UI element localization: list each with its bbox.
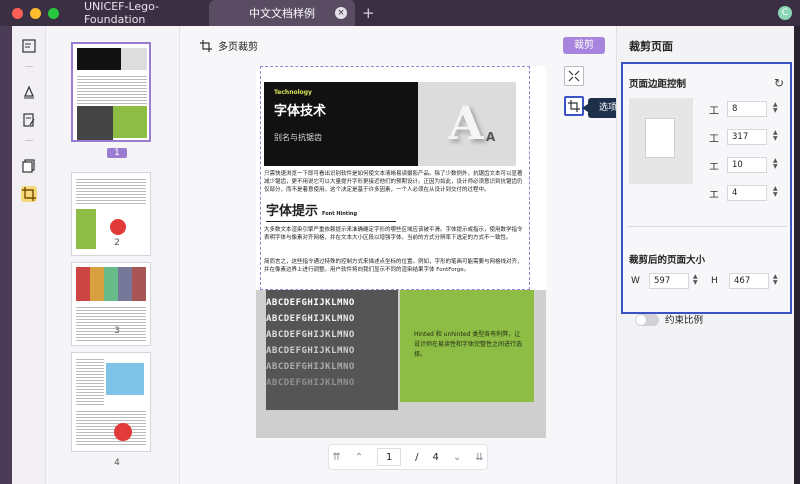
maximize-window-button[interactable] — [48, 7, 59, 19]
constrain-ratio-toggle[interactable] — [635, 314, 659, 326]
rail-divider — [25, 66, 33, 67]
bottom-margin-input[interactable]: 317 — [727, 129, 767, 145]
fit-page-icon[interactable] — [564, 66, 584, 86]
page-bottom-image: ABCDEFGHIJKLMNO ABCDEFGHIJKLMNO ABCDEFGH… — [256, 290, 546, 438]
rail-divider — [25, 140, 33, 141]
letters-row: ABCDEFGHIJKLMNO — [266, 362, 355, 372]
close-window-button[interactable] — [12, 7, 23, 19]
letters-row: ABCDEFGHIJKLMNO — [266, 314, 355, 324]
page-preview — [629, 98, 693, 184]
thumb-header — [77, 48, 121, 70]
multi-page-crop[interactable]: 多页裁剪 — [200, 38, 258, 53]
window-edge — [0, 26, 12, 484]
thumbnail-page-4[interactable] — [71, 352, 151, 452]
add-tab-button[interactable]: + — [362, 4, 375, 22]
close-tab-icon[interactable]: × — [335, 7, 347, 19]
left-margin-stepper[interactable]: ▲ ▼ — [773, 158, 778, 170]
left-margin-input[interactable]: 10 — [727, 157, 767, 173]
thumb-green — [113, 106, 147, 138]
tab-label: 中文文档样例 — [249, 7, 315, 20]
crop-options-icon[interactable] — [564, 96, 584, 116]
highlighter-icon[interactable] — [21, 84, 37, 100]
tab-chinese-doc[interactable]: 中文文档样例 × — [209, 0, 355, 26]
left-margin-icon: エ — [709, 162, 719, 173]
right-margin-stepper[interactable]: ▲ ▼ — [773, 186, 778, 198]
height-input[interactable]: 467 — [729, 273, 769, 289]
width-stepper[interactable]: ▲ ▼ — [693, 274, 698, 286]
letters-row: ABCDEFGHIJKLMNO — [266, 346, 355, 356]
crop-settings-box: 页面边距控制 ↻ 工 8 ▲ ▼ 工 317 ▲ ▼ エ 10 ▲ ▼ エ 4 ▲ ▼ … — [621, 62, 792, 326]
page-separator: / — [415, 451, 419, 463]
edit-icon[interactable] — [21, 112, 37, 128]
first-page-icon[interactable]: ⇈ — [332, 452, 340, 463]
last-page-icon[interactable]: ⇊ — [475, 452, 483, 463]
preview-doc — [645, 118, 675, 158]
green-panel-text: Hinted 和 unhinted 类型各有利弊，让设计师在易读性和字体完整性之… — [414, 331, 523, 358]
tab-label: UNICEF-Lego-Foundation — [84, 0, 160, 26]
size-heading: 裁剪后的页面大小 — [629, 255, 706, 266]
pages-icon[interactable] — [21, 158, 37, 174]
thumbnail-label: 3 — [114, 326, 120, 336]
height-stepper[interactable]: ▲ ▼ — [773, 274, 778, 286]
thumb-text — [76, 177, 146, 205]
tool-rail — [12, 26, 46, 484]
thumb-text — [76, 357, 104, 405]
top-margin-icon: 工 — [709, 106, 719, 117]
minimize-window-button[interactable] — [30, 7, 41, 19]
thumb-red-dot — [110, 219, 126, 235]
bottom-margin-stepper[interactable]: ▲ ▼ — [773, 130, 778, 142]
crop-icon — [200, 39, 212, 52]
current-page-input[interactable]: 1 — [377, 448, 402, 466]
multi-page-crop-label: 多页裁剪 — [218, 42, 258, 53]
crop-button[interactable]: 裁剪 — [563, 37, 605, 54]
constrain-ratio-label: 约束比例 — [665, 315, 704, 326]
letters-row: ABCDEFGHIJKLMNO — [266, 330, 355, 340]
title-bar: UNICEF-Lego-Foundation 中文文档样例 × + C — [0, 0, 800, 26]
letters-row: ABCDEFGHIJKLMNO — [266, 378, 355, 388]
total-pages: 4 — [432, 451, 439, 463]
thumb-red-dot — [114, 423, 132, 441]
crop-tool-icon[interactable] — [21, 186, 37, 202]
width-input[interactable]: 597 — [649, 273, 689, 289]
thumb-text — [77, 74, 147, 104]
panel-divider — [627, 226, 787, 227]
green-panel: Hinted 和 unhinted 类型各有利弊，让设计师在易读性和字体完整性之… — [400, 290, 534, 402]
next-page-icon[interactable]: ⌄ — [453, 452, 461, 463]
panel-title: 裁剪页面 — [629, 40, 673, 53]
thumb-image — [106, 363, 144, 395]
thumb-text — [76, 409, 146, 447]
thumb-photo — [77, 106, 113, 140]
page-navigator: ⇈ ⌃ 1 / 4 ⌄ ⇊ — [328, 444, 488, 470]
reader-icon[interactable] — [21, 38, 37, 54]
document-area: 多页裁剪 裁剪 Technology 字体技术 别名与抗锯齿 AA 只需快速浏览… — [180, 26, 628, 484]
letters-row: ABCDEFGHIJKLMNO — [266, 298, 355, 308]
window-controls — [12, 7, 59, 19]
right-margin-input[interactable]: 4 — [727, 185, 767, 201]
thumbnail-label: 1 — [107, 148, 127, 158]
crop-settings-panel: 裁剪页面 页面边距控制 ↻ 工 8 ▲ ▼ 工 317 ▲ ▼ エ 10 ▲ ▼ エ … — [616, 26, 794, 484]
thumbnail-label: 4 — [114, 458, 120, 468]
width-label: W — [631, 276, 640, 286]
crop-selection-box[interactable] — [260, 66, 530, 290]
main-window: 1 2 3 4 多页裁剪 裁剪 Technology 字体技术 别名与抗锯齿 A… — [12, 26, 794, 484]
bottom-margin-icon: 工 — [709, 134, 719, 145]
thumbnail-page-1[interactable] — [71, 42, 151, 142]
thumbnail-label: 2 — [114, 238, 120, 248]
avatar[interactable]: C — [778, 6, 792, 20]
prev-page-icon[interactable]: ⌃ — [355, 452, 363, 463]
thumb-photo — [76, 267, 146, 301]
height-label: H — [711, 276, 718, 286]
right-margin-icon: エ — [709, 190, 719, 201]
thumb-image — [121, 48, 147, 70]
thumbnail-panel: 1 2 3 4 — [46, 26, 180, 484]
margin-heading: 页面边距控制 — [629, 79, 687, 90]
top-margin-stepper[interactable]: ▲ ▼ — [773, 102, 778, 114]
tab-unicef[interactable]: UNICEF-Lego-Foundation — [72, 0, 207, 26]
thumb-green — [76, 209, 96, 249]
reset-icon[interactable]: ↻ — [774, 76, 784, 90]
top-margin-input[interactable]: 8 — [727, 101, 767, 117]
letters-photo: ABCDEFGHIJKLMNO ABCDEFGHIJKLMNO ABCDEFGH… — [266, 290, 398, 410]
